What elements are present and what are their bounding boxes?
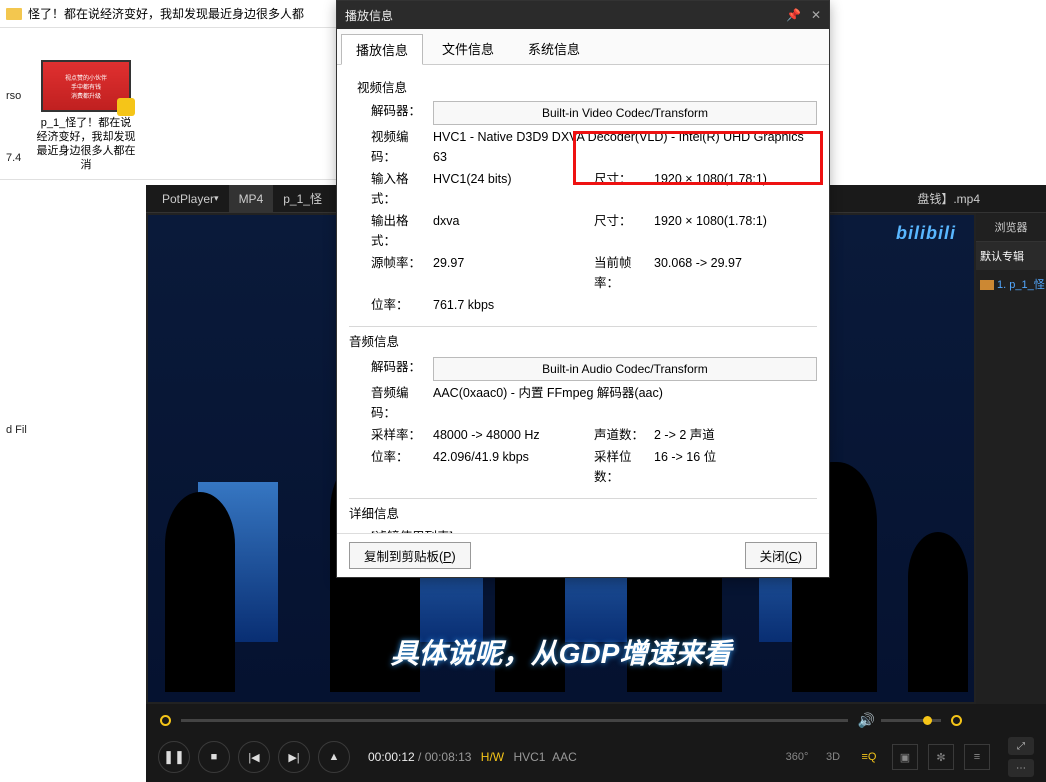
audio-decoder-button[interactable]: Built-in Audio Codec/Transform xyxy=(433,357,817,381)
dialog-title-text: 播放信息 xyxy=(345,7,393,24)
file-thumbnail-card[interactable]: 视点赞的小伙伴 手中都有钱 消费都升级 p_1_怪了！都在说经济变好，我却发现最… xyxy=(36,60,136,172)
copy-to-clipboard-button[interactable]: 复制到剪贴板(P) xyxy=(349,542,471,569)
video-section-title: 视频信息 xyxy=(357,77,817,96)
address-bar[interactable]: 怪了！都在说经济变好，我却发现最近身边很多人都 xyxy=(0,0,336,28)
video-bitrate-value: 761.7 kbps xyxy=(433,295,494,315)
source-fps-value: 29.97 xyxy=(433,253,464,293)
close-icon[interactable]: ✕ xyxy=(811,8,821,22)
watermark-site: bilibili xyxy=(896,223,956,244)
vr360-button[interactable]: 360° xyxy=(784,744,810,770)
dialog-footer: 复制到剪贴板(P) 关闭(C) xyxy=(337,533,829,577)
time-display: 00:00:12 / 00:08:13 H/W HVC1 AAC xyxy=(368,750,577,764)
capture-button[interactable]: ▣ xyxy=(892,744,918,770)
browser-tab[interactable]: 浏览器 xyxy=(976,213,1046,242)
stop-button[interactable]: ■ xyxy=(198,741,230,773)
video-file-icon xyxy=(980,280,994,290)
pin-icon[interactable]: 📌 xyxy=(786,8,801,22)
playlist-item[interactable]: 1. p_1_怪 xyxy=(976,270,1046,298)
app-menu[interactable]: PotPlayer xyxy=(152,185,229,212)
playlist-panel: 浏览器 默认专辑 1. p_1_怪 xyxy=(976,213,1046,704)
next-button[interactable]: ▶| xyxy=(278,741,310,773)
sample-bits-value: 16 -> 16 位 xyxy=(654,447,716,487)
seek-bar[interactable] xyxy=(181,719,848,722)
menu-button[interactable]: ≡ xyxy=(964,744,990,770)
sample-rate-value: 48000 -> 48000 Hz xyxy=(433,425,540,445)
title-suffix: 盘钱】.mp4 xyxy=(917,190,980,207)
video-thumbnail: 视点赞的小伙伴 手中都有钱 消费都升级 xyxy=(41,60,131,112)
playlist-header[interactable]: 默认专辑 xyxy=(976,242,1046,270)
left-edge-labels: rso 7.4 d Fil xyxy=(0,40,27,456)
dialog-titlebar[interactable]: 播放信息 📌 ✕ xyxy=(337,1,829,29)
playlist-toggle-icon[interactable]: ≡Q xyxy=(856,744,882,770)
format-tab[interactable]: MP4 xyxy=(229,185,274,212)
detail-section-title: 详细信息 xyxy=(349,498,817,522)
folder-path: 怪了！都在说经济变好，我却发现最近身边很多人都 xyxy=(28,5,304,22)
tab-playback-info[interactable]: 播放信息 xyxy=(341,34,423,65)
output-format-value: dxva xyxy=(433,211,459,251)
expand-up-button[interactable]: ⤢ xyxy=(1008,737,1034,755)
prev-button[interactable]: |◀ xyxy=(238,741,270,773)
title-tab[interactable]: p_1_怪 xyxy=(273,185,332,212)
tab-file-info[interactable]: 文件信息 xyxy=(427,33,509,64)
close-button[interactable]: 关闭(C) xyxy=(745,542,817,569)
seek-start-dot[interactable] xyxy=(160,715,171,726)
3d-button[interactable]: 3D xyxy=(820,744,846,770)
control-bar: ❚❚ ■ |◀ ▶| ▲ 00:00:12 / 00:08:13 H/W HVC… xyxy=(146,732,1046,782)
file-name-label: p_1_怪了！都在说经济变好，我却发现最近身边很多人都在消 xyxy=(36,116,136,172)
audio-bitrate-value: 42.096/41.9 kbps xyxy=(433,447,529,487)
tab-system-info[interactable]: 系统信息 xyxy=(513,33,595,64)
current-fps-value: 30.068 -> 29.97 xyxy=(654,253,742,293)
output-size-value: 1920 × 1080(1.78:1) xyxy=(654,211,767,251)
explorer-pane: 怪了！都在说经济变好，我却发现最近身边很多人都 rso 7.4 d Fil 视点… xyxy=(0,0,336,180)
video-decoder-button[interactable]: Built-in Video Codec/Transform xyxy=(433,101,817,125)
volume-icon[interactable]: 🔊 xyxy=(858,712,875,729)
audio-codec-value: AAC(0xaac0) - 内置 FFmpeg 解码器(aac) xyxy=(433,383,663,423)
seek-end-dot[interactable] xyxy=(951,715,962,726)
channels-value: 2 -> 2 声道 xyxy=(654,425,715,445)
video-size-value: 1920 × 1080(1.78:1) xyxy=(654,169,767,209)
video-codec-value: HVC1 - Native D3D9 DXVA Decoder(VLD) - I… xyxy=(433,127,817,167)
folder-icon xyxy=(6,8,22,20)
eject-button[interactable]: ▲ xyxy=(318,741,350,773)
volume-slider[interactable] xyxy=(881,719,941,722)
pause-button[interactable]: ❚❚ xyxy=(158,741,190,773)
settings-button[interactable]: ✼ xyxy=(928,744,954,770)
audio-section-title: 音频信息 xyxy=(349,326,817,350)
right-controls: 360° 3D ≡Q ▣ ✼ ≡ ⤢ ⋯ xyxy=(784,737,1034,777)
more-button[interactable]: ⋯ xyxy=(1008,759,1034,777)
dialog-tabs: 播放信息 文件信息 系统信息 xyxy=(337,29,829,65)
input-format-value: HVC1(24 bits) xyxy=(433,169,512,209)
playback-info-dialog: 播放信息 📌 ✕ 播放信息 文件信息 系统信息 视频信息 解码器： Built-… xyxy=(336,0,830,578)
dialog-body: 视频信息 解码器： Built-in Video Codec/Transform… xyxy=(337,65,829,533)
subtitle-text: 具体说呢，从GDP增速来看 xyxy=(148,632,974,672)
seek-bar-row: 🔊 xyxy=(146,708,976,732)
